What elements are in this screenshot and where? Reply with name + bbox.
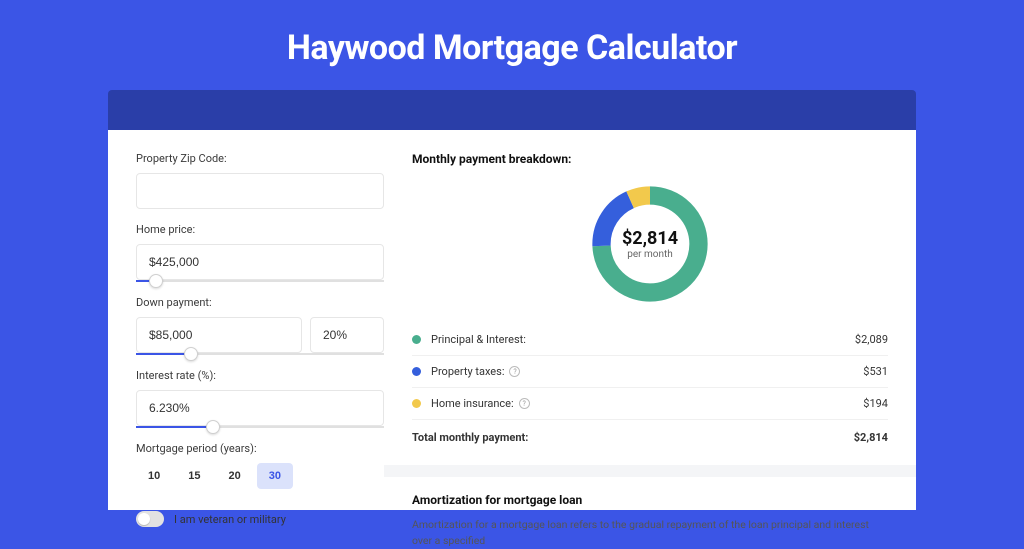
interest-label: Interest rate (%):	[136, 369, 384, 382]
legend-value-taxes: $531	[863, 365, 888, 378]
period-label: Mortgage period (years):	[136, 442, 384, 455]
input-column: Property Zip Code: Home price: Down paym…	[136, 152, 384, 510]
period-option-15[interactable]: 15	[176, 463, 212, 489]
legend-value-insurance: $194	[863, 397, 888, 410]
legend-label-taxes: Property taxes: ?	[431, 365, 863, 378]
legend-value-principal: $2,089	[855, 333, 888, 346]
down-payment-pct-input[interactable]	[310, 317, 384, 353]
legend-row-total: Total monthly payment: $2,814	[412, 420, 888, 453]
period-options: 10 15 20 30	[136, 463, 384, 489]
down-payment-field-group: Down payment:	[136, 296, 384, 355]
legend-row-principal: Principal & Interest: $2,089	[412, 324, 888, 356]
legend-dot-taxes	[412, 367, 421, 376]
legend-dot-principal	[412, 335, 421, 344]
home-price-field-group: Home price:	[136, 223, 384, 282]
zip-input[interactable]	[136, 173, 384, 209]
donut-center: $2,814 per month	[586, 180, 714, 308]
veteran-label: I am veteran or military	[174, 513, 286, 526]
down-payment-input[interactable]	[136, 317, 302, 353]
donut-chart-wrap: $2,814 per month	[412, 180, 888, 308]
page-title: Haywood Mortgage Calculator	[0, 0, 1024, 90]
legend-text-taxes: Property taxes:	[431, 365, 504, 378]
amortization-title: Amortization for mortgage loan	[412, 493, 888, 507]
interest-field-group: Interest rate (%):	[136, 369, 384, 428]
down-payment-slider[interactable]	[136, 353, 384, 355]
legend-dot-insurance	[412, 399, 421, 408]
period-option-30[interactable]: 30	[257, 463, 293, 489]
interest-slider-thumb[interactable]	[206, 420, 220, 434]
legend-row-insurance: Home insurance: ? $194	[412, 388, 888, 420]
home-price-slider[interactable]	[136, 280, 384, 282]
calculator-panel: Property Zip Code: Home price: Down paym…	[108, 130, 916, 510]
breakdown-column: Monthly payment breakdown: $2,814 per mo…	[412, 152, 888, 510]
info-icon[interactable]: ?	[519, 398, 530, 409]
veteran-toggle[interactable]	[136, 511, 164, 527]
home-price-input[interactable]	[136, 244, 384, 280]
home-price-label: Home price:	[136, 223, 384, 236]
period-option-10[interactable]: 10	[136, 463, 172, 489]
legend-label-principal: Principal & Interest:	[431, 333, 855, 346]
legend-label-insurance: Home insurance: ?	[431, 397, 863, 410]
down-payment-label: Down payment:	[136, 296, 384, 309]
legend-row-taxes: Property taxes: ? $531	[412, 356, 888, 388]
veteran-toggle-row: I am veteran or military	[136, 511, 384, 527]
donut-chart: $2,814 per month	[586, 180, 714, 308]
period-field-group: Mortgage period (years): 10 15 20 30	[136, 442, 384, 489]
info-icon[interactable]: ?	[509, 366, 520, 377]
interest-slider[interactable]	[136, 426, 384, 428]
header-bar	[108, 90, 916, 130]
donut-sub: per month	[627, 249, 673, 260]
legend-text-insurance: Home insurance:	[431, 397, 514, 410]
breakdown-title: Monthly payment breakdown:	[412, 152, 888, 166]
period-option-20[interactable]: 20	[217, 463, 253, 489]
home-price-slider-thumb[interactable]	[149, 274, 163, 288]
donut-amount: $2,814	[622, 228, 678, 249]
legend-label-total: Total monthly payment:	[412, 431, 854, 444]
zip-field-group: Property Zip Code:	[136, 152, 384, 209]
veteran-toggle-knob	[138, 513, 150, 525]
amortization-section: Amortization for mortgage loan Amortizat…	[384, 465, 916, 549]
legend-value-total: $2,814	[854, 431, 888, 444]
down-payment-slider-thumb[interactable]	[184, 347, 198, 361]
amortization-text: Amortization for a mortgage loan refers …	[412, 517, 888, 549]
zip-label: Property Zip Code:	[136, 152, 384, 165]
interest-input[interactable]	[136, 390, 384, 426]
